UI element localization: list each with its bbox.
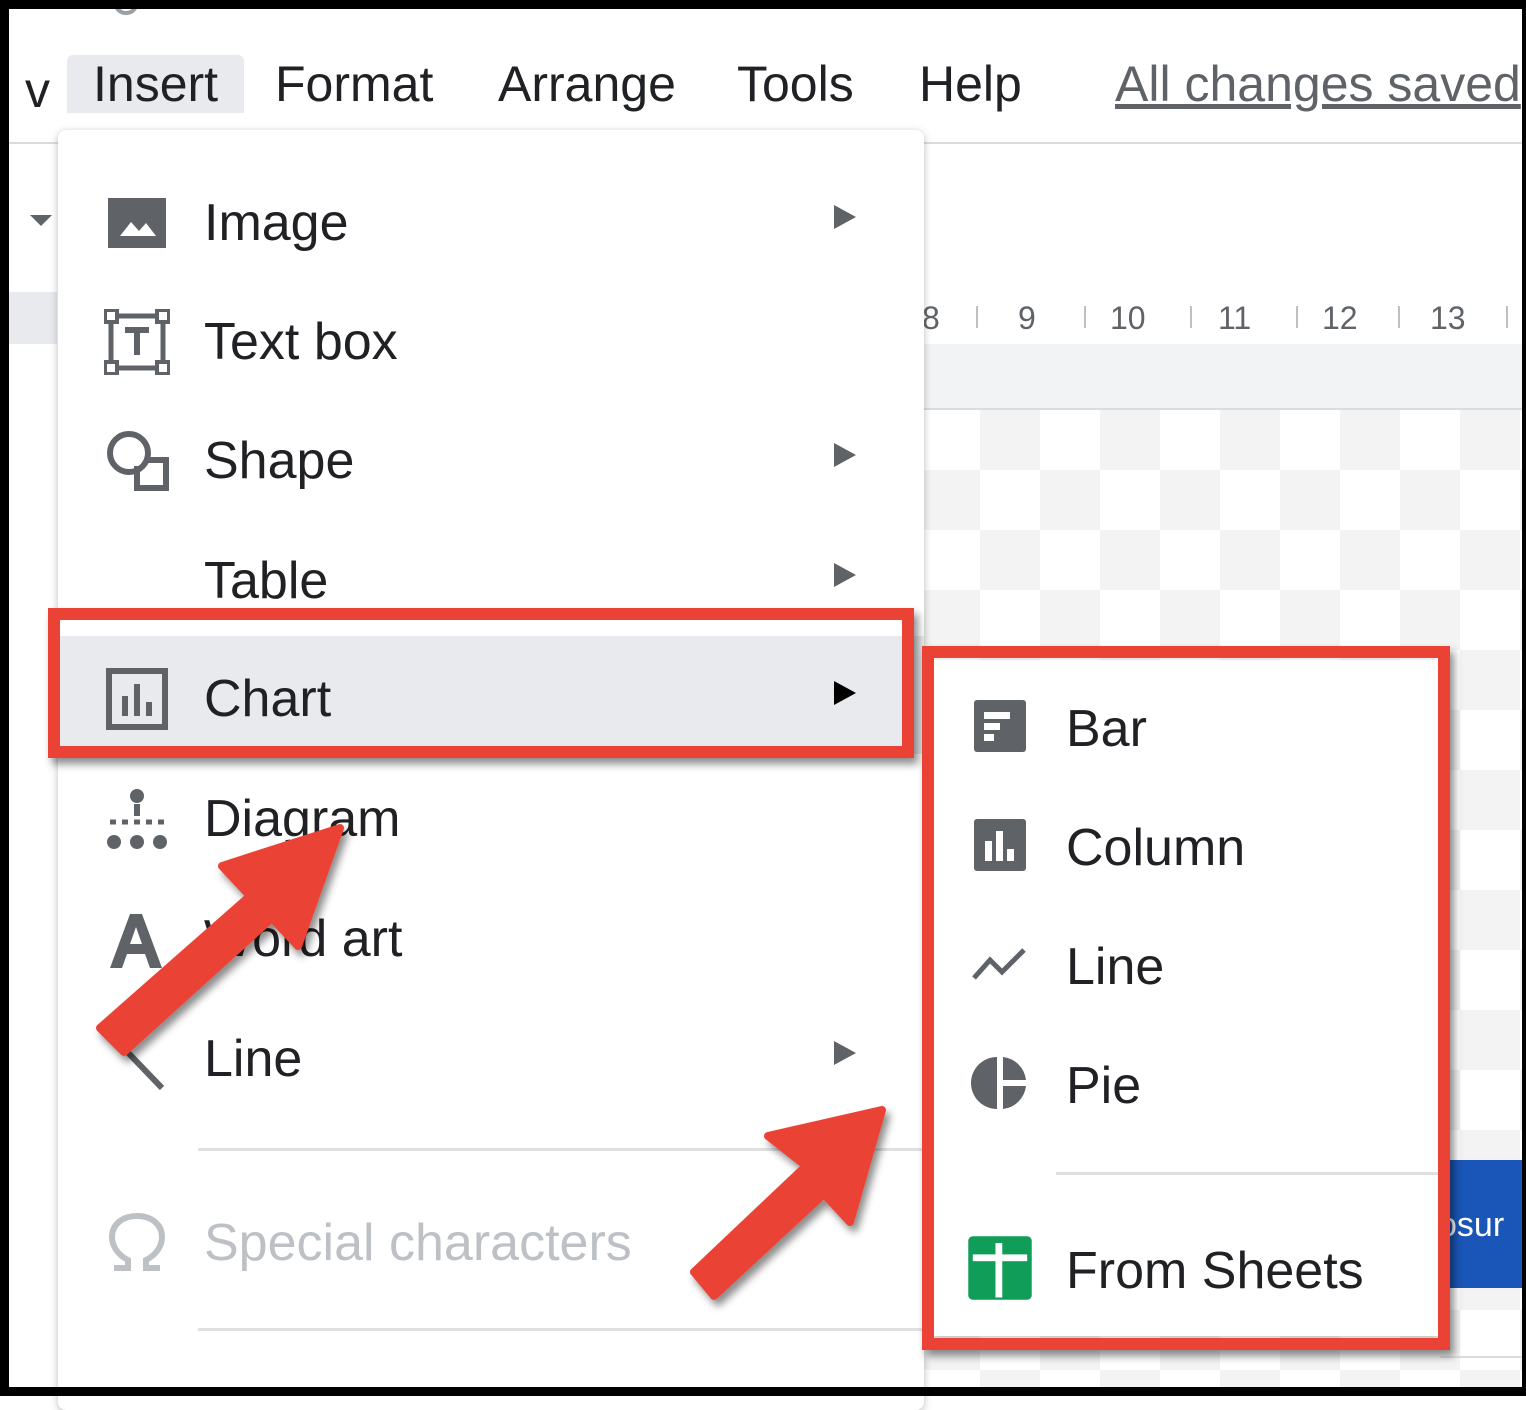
menu-item-label: Special characters — [204, 1214, 632, 1272]
sheets-icon — [968, 1236, 1032, 1300]
chart-icon — [106, 668, 168, 730]
ruler-tick — [1506, 306, 1508, 328]
canvas-button-text: osur — [1440, 1206, 1505, 1244]
word-art-icon — [110, 914, 162, 968]
menu-separator — [198, 1328, 924, 1331]
menu-item-label: Line — [204, 1030, 303, 1088]
submenu-item-pie[interactable]: Pie — [932, 1021, 1440, 1139]
line-chart-icon — [972, 948, 1026, 980]
line-icon — [109, 1033, 165, 1091]
ruler-number: 10 — [1110, 300, 1146, 336]
menubar: v Insert Format Arrange Tools Help All c… — [9, 0, 1526, 144]
ruler-tick — [1084, 306, 1086, 328]
menu-insert[interactable]: Insert — [67, 55, 245, 113]
save-status[interactable]: All changes saved — [1115, 55, 1521, 113]
ruler-number: 11 — [1218, 300, 1252, 336]
submenu-item-label: Column — [1066, 819, 1246, 877]
menu-item-label: Word art — [204, 910, 403, 968]
menu-format[interactable]: Format — [275, 55, 433, 113]
menu-item-image[interactable]: Image — [58, 160, 924, 278]
menu-item-label: Table — [204, 552, 329, 610]
diagram-icon — [107, 789, 167, 849]
pie-chart-icon — [971, 1057, 1026, 1109]
menu-item-label: Text box — [204, 313, 398, 371]
menu-item-word-art[interactable]: Word art — [58, 876, 924, 994]
image-icon — [108, 198, 166, 248]
ruler-tick — [976, 306, 978, 328]
menu-item-chart[interactable]: Chart — [58, 636, 924, 754]
menu-separator — [198, 1148, 924, 1151]
chart-submenu: Bar Column Line Pie From Sheets — [932, 660, 1440, 1336]
ruler-number: 12 — [1322, 300, 1358, 336]
ruler-left-margin — [9, 292, 57, 344]
menu-arrange[interactable]: Arrange — [498, 55, 676, 113]
submenu-separator — [1056, 1172, 1440, 1175]
submenu-item-from-sheets[interactable]: From Sheets — [932, 1206, 1440, 1324]
menu-item-label: Image — [204, 194, 349, 252]
submenu-arrow-icon — [834, 563, 856, 587]
submenu-item-label: Line — [1066, 938, 1165, 996]
submenu-item-bar[interactable]: Bar — [932, 664, 1440, 782]
ruler-tick — [1190, 306, 1192, 328]
horizontal-ruler[interactable]: 8 9 10 11 12 13 — [920, 292, 1526, 344]
submenu-arrow-icon — [834, 1041, 856, 1065]
submenu-arrow-icon — [834, 681, 856, 705]
partial-top-icon — [113, 0, 139, 15]
menu-item-shape[interactable]: Shape — [58, 398, 924, 516]
canvas-blue-button[interactable]: osur — [1440, 1160, 1526, 1288]
menu-item-label: Diagram — [204, 790, 401, 848]
menu-tools[interactable]: Tools — [737, 55, 854, 113]
submenu-item-label: Bar — [1066, 700, 1147, 758]
ruler-tick — [1398, 306, 1400, 328]
screenshot-border-right — [1522, 0, 1526, 1396]
submenu-item-column[interactable]: Column — [932, 783, 1440, 901]
menu-item-special-characters[interactable]: Special characters — [58, 1180, 924, 1298]
menu-item-label: Chart — [204, 670, 332, 728]
menu-item-text-box[interactable]: Text box — [58, 279, 924, 397]
menu-item-line[interactable]: Line — [58, 996, 924, 1114]
submenu-item-label: From Sheets — [1066, 1242, 1364, 1300]
menu-item-label: Shape — [204, 432, 355, 490]
menu-view-partial[interactable]: v — [25, 61, 50, 119]
ruler-number: 13 — [1430, 300, 1466, 336]
text-box-icon — [104, 309, 170, 375]
column-chart-icon — [974, 819, 1026, 871]
omega-icon — [108, 1212, 166, 1271]
ruler-gutter — [920, 344, 1526, 408]
insert-menu: Image Text box Shape Table Chart Diagram… — [58, 130, 924, 1410]
menu-help[interactable]: Help — [919, 55, 1022, 113]
submenu-arrow-icon — [834, 205, 856, 229]
ruler-number: 9 — [1018, 300, 1036, 336]
shape-icon — [107, 431, 169, 491]
submenu-arrow-icon — [834, 443, 856, 467]
menu-item-diagram[interactable]: Diagram — [58, 756, 924, 874]
toolbar-dropdown-caret-icon[interactable] — [30, 215, 52, 226]
ruler-number: 8 — [922, 300, 940, 336]
submenu-item-line[interactable]: Line — [932, 902, 1440, 1020]
bar-chart-icon — [974, 700, 1026, 752]
ruler-tick — [1296, 306, 1298, 328]
canvas-divider — [1440, 1356, 1526, 1358]
menu-item-table[interactable]: Table — [58, 518, 924, 636]
submenu-item-label: Pie — [1066, 1057, 1142, 1115]
